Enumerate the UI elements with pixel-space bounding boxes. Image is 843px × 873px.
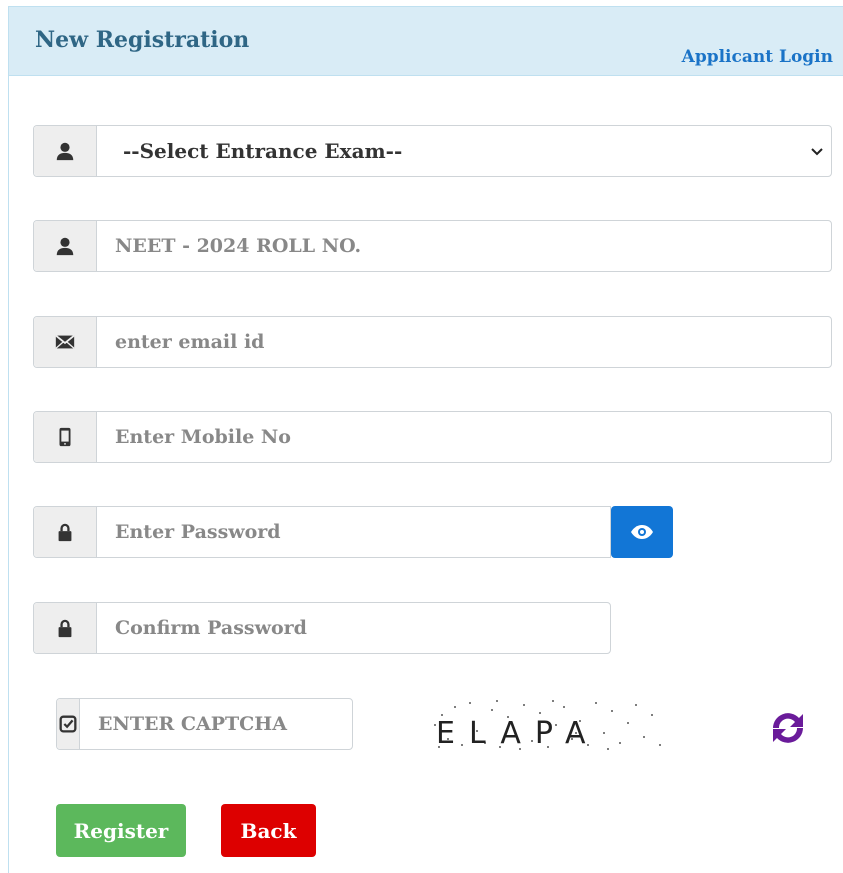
captcha-group	[56, 698, 376, 750]
confirm-password-group	[33, 602, 611, 654]
refresh-captcha-icon[interactable]	[764, 704, 812, 752]
chevron-down-icon	[811, 148, 823, 156]
eye-icon	[631, 525, 653, 539]
exam-select-group: --Select Entrance Exam--	[33, 125, 832, 177]
roll-no-input[interactable]	[97, 221, 831, 271]
show-password-button[interactable]	[611, 506, 673, 558]
exam-select-value: --Select Entrance Exam--	[123, 139, 403, 163]
page-title: New Registration	[35, 27, 250, 53]
confirm-password-input[interactable]	[97, 603, 610, 653]
back-button[interactable]: Back	[221, 804, 316, 857]
email-group	[33, 316, 832, 368]
envelope-icon	[34, 317, 97, 367]
mobile-input[interactable]	[97, 412, 831, 462]
user-icon	[34, 221, 97, 271]
applicant-login-link[interactable]: Applicant Login	[682, 47, 833, 67]
roll-no-group	[33, 220, 832, 272]
exam-select[interactable]: --Select Entrance Exam--	[97, 126, 831, 176]
mobile-icon	[34, 412, 97, 462]
mobile-group	[33, 411, 832, 463]
register-button[interactable]: Register	[56, 804, 186, 857]
password-group	[33, 506, 611, 558]
captcha-image: ELAPA	[430, 695, 666, 753]
lock-icon	[34, 507, 97, 557]
user-icon	[34, 126, 97, 176]
captcha-input[interactable]	[80, 699, 376, 749]
panel-header: New Registration Applicant Login	[8, 6, 843, 76]
lock-icon	[34, 603, 97, 653]
captcha-text: ELAPA	[436, 716, 600, 751]
password-input[interactable]	[97, 507, 610, 557]
email-input[interactable]	[97, 317, 831, 367]
check-square-icon	[57, 699, 80, 749]
